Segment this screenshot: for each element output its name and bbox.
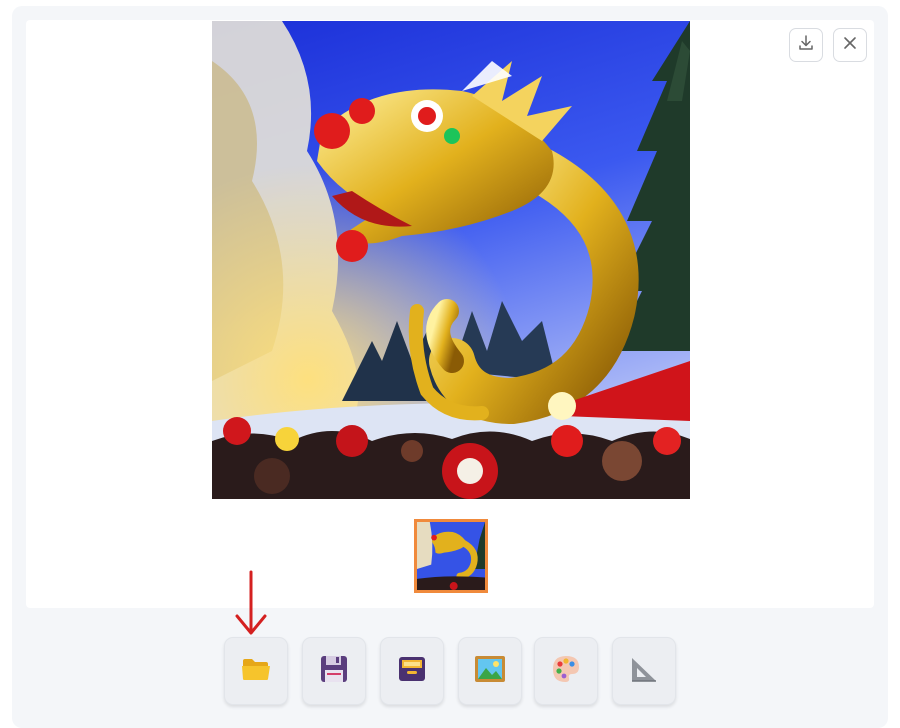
set-square-icon [629,654,659,689]
palette-button[interactable] [534,637,598,705]
close-icon [842,35,858,56]
floppy-disk-icon [319,654,349,689]
image-button[interactable] [458,637,522,705]
save-button[interactable] [302,637,366,705]
palette-icon [551,654,581,689]
folder-icon [241,656,271,687]
download-button[interactable] [789,28,823,62]
ruler-button[interactable] [612,637,676,705]
close-button[interactable] [833,28,867,62]
annotation-arrow [233,570,269,643]
open-folder-button[interactable] [224,637,288,705]
main-image [212,21,690,499]
image-icon [474,654,506,689]
thumbnail-selected[interactable] [414,519,488,593]
save-box-icon [397,654,427,689]
save-to-archive-button[interactable] [380,637,444,705]
download-icon [797,34,815,57]
